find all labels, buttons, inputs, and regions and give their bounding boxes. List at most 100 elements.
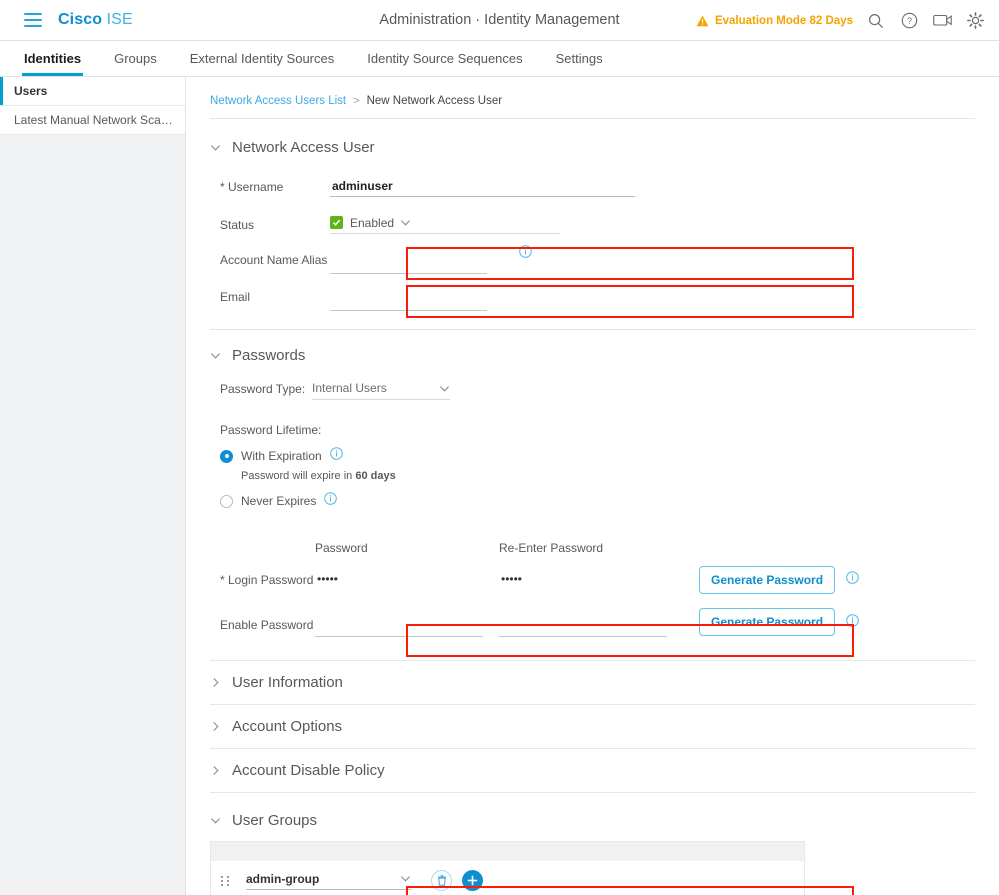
email-input[interactable] [330,291,487,311]
sidebar-item-label: Users [14,84,48,98]
ise-identity-management-page: Cisco ISE Administration · Identity Mana… [0,0,999,895]
top-navigation-bar: Cisco ISE Administration · Identity Mana… [0,0,999,41]
page-body: Users Latest Manual Network Scan Res... … [0,77,999,895]
tab-label: Identities [24,51,82,66]
column-header-reenter-password: Re-Enter Password [499,541,604,555]
user-group-dropdown[interactable]: admin-group [246,872,411,890]
password-lifetime-label: Password Lifetime: [220,423,322,437]
section-header-user-information[interactable]: User Information [210,661,975,705]
add-user-group-button[interactable] [462,870,483,891]
section-header-network-access-user[interactable]: Network Access User [210,139,975,156]
username-input[interactable] [330,176,635,197]
primary-tab-bar: Identities Groups External Identity Sour… [0,41,999,77]
section-header-passwords[interactable]: Passwords [210,347,975,364]
generate-enable-password-button[interactable]: Generate Password [699,608,836,636]
never-expires-label: Never Expires [241,494,317,508]
brand-name-primary: Cisco [58,11,103,28]
brand-logo[interactable]: Cisco ISE [58,11,133,29]
section-title: Account Options [232,718,343,735]
section-title: User Groups [232,812,318,829]
radio-button-selected-icon[interactable] [220,449,233,463]
login-password-label: * Login Password [220,573,314,587]
chevron-down-icon [210,145,221,151]
status-dropdown[interactable]: Enabled [330,216,560,234]
hamburger-menu-icon[interactable] [24,13,42,27]
svg-text:?: ? [906,16,911,26]
with-expiration-label: With Expiration [241,449,322,463]
user-groups-table: admin-group [210,841,975,895]
chevron-down-icon [210,353,221,359]
status-row: Status Enabled [210,208,975,241]
tab-identity-source-sequences[interactable]: Identity Source Sequences [367,41,522,76]
status-value: Enabled [350,215,395,230]
account-name-alias-label: Account Name Alias [220,252,328,267]
status-enabled-checkbox-icon [330,216,343,229]
login-password-reenter-input[interactable] [499,570,667,590]
section-title: Account Disable Policy [232,762,385,779]
email-label: Email [220,289,251,304]
enable-password-row: Enable Password Generate Password [210,605,975,637]
feedback-icon[interactable] [932,11,952,31]
password-type-value: Internal Users [312,381,387,395]
radio-never-expires[interactable]: Never Expires [220,492,975,510]
sidebar-item-users[interactable]: Users [0,77,185,106]
account-name-alias-row: Account Name Alias [210,241,975,278]
sidebar-item-label: Latest Manual Network Scan Res... [14,113,185,127]
chevron-down-icon [210,818,221,824]
section-header-account-options[interactable]: Account Options [210,705,975,749]
column-header-password: Password [315,541,368,555]
breadcrumb-divider [210,118,975,119]
tab-label: External Identity Sources [189,51,335,66]
new-network-access-user-form: Network Access User * Username Status En [186,139,999,895]
chevron-right-icon [213,721,219,732]
brand-name-secondary: ISE [106,11,133,28]
delete-user-group-button[interactable] [431,870,452,891]
info-icon[interactable] [324,492,338,510]
radio-with-expiration[interactable]: With Expiration [220,447,975,465]
top-right-controls: Evaluation Mode 82 Days ? [696,0,985,41]
user-groups-table-header [210,841,805,861]
search-icon[interactable] [866,11,886,31]
section-header-user-groups[interactable]: User Groups [210,812,975,829]
username-row: * Username [210,170,975,203]
enable-password-input[interactable] [315,617,483,637]
sidebar-item-latest-manual-network-scan-results[interactable]: Latest Manual Network Scan Res... [0,106,185,135]
password-columns-header: Password Re-Enter Password [210,541,975,555]
breadcrumb-parent-link[interactable]: Network Access Users List [210,95,346,107]
password-type-label: Password Type: [220,382,306,396]
password-type-row: Password Type: Internal Users [210,381,975,400]
username-label: * Username [220,179,284,194]
enable-password-reenter-input[interactable] [499,617,667,637]
section-header-account-disable-policy[interactable]: Account Disable Policy [210,749,975,793]
main-content: Network Access Users List > New Network … [186,77,999,895]
evaluation-mode-badge[interactable]: Evaluation Mode 82 Days [696,15,853,27]
password-type-dropdown[interactable]: Internal Users [312,381,450,400]
expiry-note-prefix: Password will expire in [241,470,356,482]
info-icon[interactable] [846,571,859,589]
login-password-row: * Login Password Generate Password [210,564,975,596]
radio-button-unselected-icon[interactable] [220,494,233,508]
trash-icon [437,875,446,886]
info-icon[interactable] [519,245,532,263]
info-icon[interactable] [329,447,343,465]
gear-icon[interactable] [965,11,985,31]
help-icon[interactable]: ? [899,11,919,31]
chevron-down-icon [401,220,411,226]
login-password-input[interactable] [315,570,483,590]
breadcrumb: Network Access Users List > New Network … [186,77,999,107]
drag-handle-icon[interactable] [221,875,230,886]
account-name-alias-input[interactable] [330,254,487,274]
tab-identities[interactable]: Identities [21,41,84,76]
section-divider [210,329,975,330]
tab-label: Identity Source Sequences [367,51,523,66]
info-icon[interactable] [846,614,859,632]
tab-label: Groups [114,51,157,66]
tab-settings[interactable]: Settings [556,41,603,76]
tab-external-identity-sources[interactable]: External Identity Sources [190,41,335,76]
chevron-right-icon [213,677,219,688]
user-groups-table-body: admin-group [210,861,805,895]
section-title: User Information [232,674,343,691]
left-sidebar: Users Latest Manual Network Scan Res... [0,77,186,895]
tab-groups[interactable]: Groups [114,41,157,76]
generate-login-password-button[interactable]: Generate Password [699,566,836,594]
